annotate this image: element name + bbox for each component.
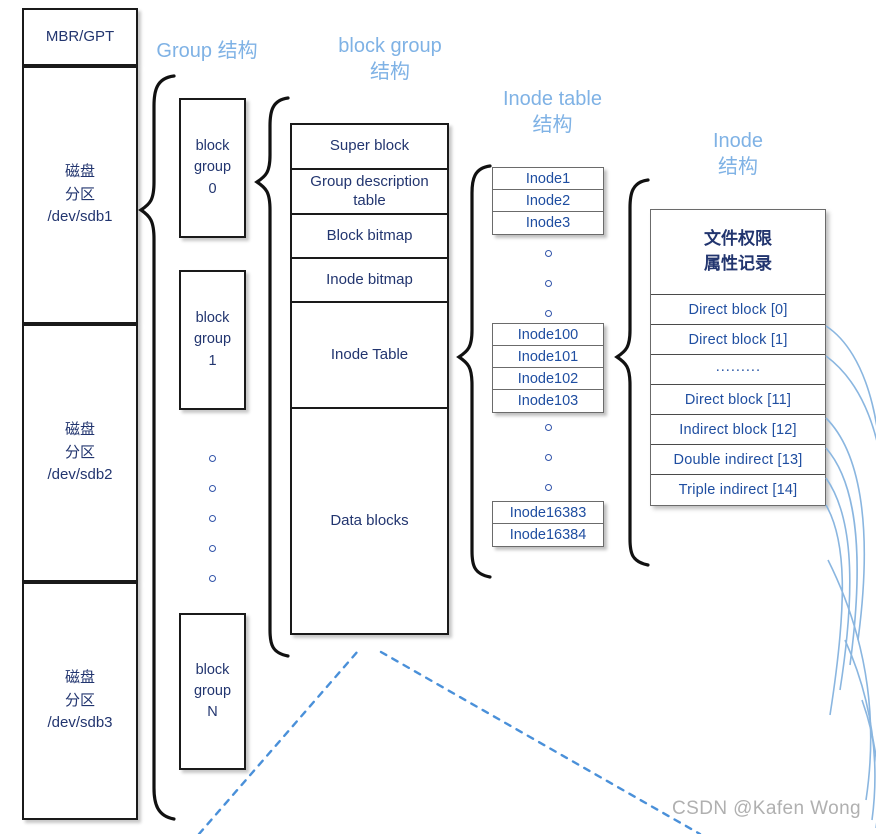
inode-cell: Inode2 <box>493 190 603 212</box>
inode-table-ellipsis-dots-mid <box>536 424 560 491</box>
bgs-row-inode-bitmap: Inode bitmap <box>292 259 447 303</box>
ellipsis-dot <box>208 575 216 582</box>
disk-cell-sdb1: 磁盘 分区 /dev/sdb1 <box>22 66 138 324</box>
bgs-row-label: Super block <box>329 137 410 155</box>
ellipsis-dot <box>544 280 552 287</box>
inode-cell: Inode16384 <box>509 527 587 543</box>
bgs-row-inode-table: Inode Table <box>292 303 447 409</box>
title-block-group: block group 结构 <box>338 35 442 83</box>
bgs-row-label: Inode bitmap <box>326 270 413 288</box>
title-inode-table: Inode table 结构 <box>503 88 602 136</box>
brace-block-group-to-structure <box>254 96 290 658</box>
inode-row-ellipsis: ········· <box>651 355 825 385</box>
block-pointer-curves <box>825 325 876 828</box>
watermark-text: CSDN @Kafen Wong <box>672 798 862 819</box>
disk-cell-sdb2: 磁盘 分区 /dev/sdb2 <box>22 324 138 582</box>
bgs-row-data-blocks: Data blocks <box>292 409 447 633</box>
ellipsis-dot <box>544 424 552 431</box>
inode-table-group-bottom: Inode16383 Inode16384 <box>492 501 604 547</box>
inode-row-direct-block-11: Direct block [11] <box>651 385 825 415</box>
inode-cell: Inode3 <box>525 215 571 231</box>
inode-cell: Inode101 <box>493 346 603 368</box>
brace-inode-table-to-block-group <box>456 164 492 579</box>
ellipsis-dot <box>208 455 216 462</box>
inode-cell: Inode102 <box>493 368 603 390</box>
ellipsis-dot <box>544 310 552 317</box>
block-group-n-box: block group N <box>179 613 246 770</box>
disk-cell-label: 磁盘 分区 /dev/sdb1 <box>47 163 113 226</box>
inode-cell: Inode103 <box>517 393 579 409</box>
block-group-ellipsis-dots <box>200 455 224 582</box>
inode-row-triple-indirect-14: Triple indirect [14] <box>678 482 798 498</box>
ellipsis-dot <box>208 515 216 522</box>
brace-partition-to-block-groups <box>138 74 176 821</box>
ellipsis-dot <box>544 454 552 461</box>
bgs-row-block-bitmap: Block bitmap <box>292 215 447 259</box>
inode-table-group-top: Inode1 Inode2 Inode3 <box>492 167 604 235</box>
disk-cell-label: MBR/GPT <box>45 27 115 45</box>
block-group-label: block group 0 <box>193 138 232 197</box>
bgs-row-label: Block bitmap <box>326 226 413 244</box>
bgs-row-super-block: Super block <box>292 125 447 170</box>
block-group-1-box: block group 1 <box>179 270 246 410</box>
ellipsis-dot <box>208 485 216 492</box>
inode-table-ellipsis-dots-top <box>536 250 560 317</box>
inode-row-indirect-block-12: Indirect block [12] <box>651 415 825 445</box>
inode-cell: Inode1 <box>493 168 603 190</box>
disk-cell-label: 磁盘 分区 /dev/sdb3 <box>47 669 113 732</box>
title-group: Group 结构 <box>156 40 258 62</box>
ellipsis-dot <box>544 484 552 491</box>
title-inode: Inode 结构 <box>712 130 764 178</box>
inode-table-group-mid: Inode100 Inode101 Inode102 Inode103 <box>492 323 604 413</box>
block-group-label: block group N <box>193 661 232 720</box>
block-group-label: block group 1 <box>193 310 232 369</box>
diagram-canvas: Group 结构 block group 结构 Inode table 结构 I… <box>0 0 876 834</box>
block-group-structure-box: Super block Group description table Bloc… <box>290 123 449 635</box>
inode-row-direct-block-1: Direct block [1] <box>651 325 825 355</box>
inode-cell: Inode16383 <box>493 502 603 524</box>
inode-row-direct-block-0: Direct block [0] <box>651 295 825 325</box>
inode-row-double-indirect-13: Double indirect [13] <box>651 445 825 475</box>
ellipsis-dot <box>544 250 552 257</box>
dashed-chevron <box>197 649 702 834</box>
inode-cell: Inode100 <box>493 324 603 346</box>
bgs-row-label: Group description table <box>310 173 429 209</box>
disk-cell-mbr: MBR/GPT <box>22 8 138 66</box>
bgs-row-label: Data blocks <box>330 511 409 529</box>
ellipsis-dot <box>208 545 216 552</box>
inode-structure-header: 文件权限 属性记录 <box>651 210 825 295</box>
disk-cell-label: 磁盘 分区 /dev/sdb2 <box>47 421 113 484</box>
block-group-0-box: block group 0 <box>179 98 246 238</box>
disk-cell-sdb3: 磁盘 分区 /dev/sdb3 <box>22 582 138 820</box>
inode-structure-box: 文件权限 属性记录 Direct block [0] Direct block … <box>650 209 826 506</box>
brace-inode-structure-to-inode-entry <box>614 178 650 567</box>
bgs-row-group-description-table: Group description table <box>292 170 447 215</box>
bgs-row-label: Inode Table <box>330 345 409 363</box>
inode-structure-header-label: 文件权限 属性记录 <box>704 229 772 273</box>
